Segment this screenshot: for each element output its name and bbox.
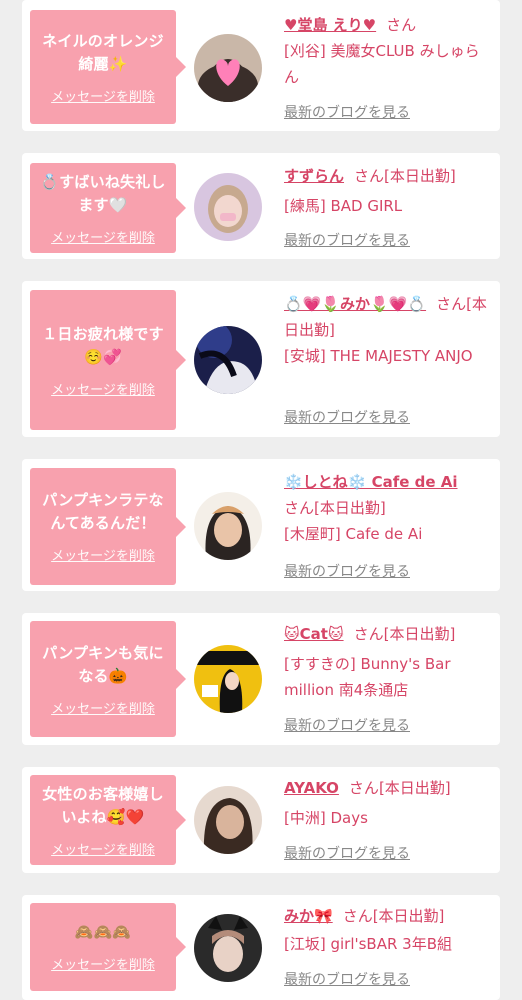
avatar[interactable]: [194, 645, 262, 713]
cast-name-link[interactable]: みか🎀: [284, 907, 333, 925]
avatar[interactable]: [194, 786, 262, 854]
list-item: 🙈🙈🙈 メッセージを削除 みか🎀 さん[本日出勤] [江坂] girl'sBAR …: [22, 895, 500, 1000]
message-bubble: 💍すばいね失礼し ます🤍 メッセージを削除: [30, 163, 186, 253]
work-status: [本日出勤]: [372, 907, 445, 925]
shop-name: [練馬] BAD GIRL: [284, 197, 403, 215]
honorific: さん: [386, 16, 417, 34]
message-text: １日お疲れ様です ☺️💞: [42, 324, 164, 366]
shop-name: [刈谷] 美魔女CLUB みしゅらん: [284, 42, 480, 86]
cast-name-link[interactable]: すずらん: [284, 167, 344, 185]
honorific: さん: [353, 625, 384, 643]
honorific: さん: [436, 295, 467, 313]
work-status: [本日出勤]: [378, 779, 451, 797]
list-item: パンプキンも気に なる🎃 メッセージを削除 🐱Cat🐱 さん[本日出勤] [すすき…: [22, 613, 500, 745]
shop-name: [中洲] Days: [284, 809, 368, 827]
delete-message-link[interactable]: メッセージを削除: [51, 954, 155, 973]
cast-name-link[interactable]: ❄️しとね❄️ Cafe de Ai: [284, 473, 458, 491]
delete-message-link[interactable]: メッセージを削除: [51, 545, 155, 564]
shop-name: [江坂] girl'sBAR 3年B組: [284, 935, 453, 953]
honorific: さん: [348, 779, 379, 797]
avatar[interactable]: [194, 914, 262, 982]
message-text: パンプキンラテな んてあるんだ！: [42, 491, 164, 532]
honorific: さん: [342, 907, 373, 925]
work-status: [本日出勤]: [383, 625, 456, 643]
cast-info: ♥堂島 えり♥ さん [刈谷] 美魔女CLUB みしゅらん: [284, 12, 494, 90]
message-text: 女性のお客様嬉し いよね🥰❤️: [42, 784, 164, 826]
latest-blog-link[interactable]: 最新のブログを見る: [284, 102, 410, 122]
delete-message-link[interactable]: メッセージを削除: [51, 227, 155, 246]
list-item: 💍すばいね失礼し ます🤍 メッセージを削除 すずらん さん[本日出勤] [練馬] …: [22, 153, 500, 259]
cast-info: 💍💗🌷みか🌷💗💍 さん[本日出勤] [安城] THE MAJESTY ANJO: [284, 291, 494, 369]
avatar[interactable]: [194, 173, 262, 241]
cast-info: すずらん さん[本日出勤] [練馬] BAD GIRL: [284, 163, 494, 219]
shop-name: [安城] THE MAJESTY ANJO: [284, 347, 473, 365]
list-item: ネイルのオレンジ 綺麗✨ メッセージを削除 ♥堂島 えり♥ さん [刈谷] 美魔女…: [22, 0, 500, 131]
latest-blog-link[interactable]: 最新のブログを見る: [284, 561, 410, 581]
cast-name-link[interactable]: 🐱Cat🐱: [284, 625, 344, 643]
shop-name: [木屋町] Cafe de Ai: [284, 525, 423, 543]
latest-blog-link[interactable]: 最新のブログを見る: [284, 843, 410, 863]
cast-name-link[interactable]: ♥堂島 えり♥: [284, 16, 376, 34]
cast-name-link[interactable]: AYAKO: [284, 779, 339, 797]
cast-info: 🐱Cat🐱 さん[本日出勤] [すすきの] Bunny's Bar million…: [284, 621, 494, 703]
message-bubble: 🙈🙈🙈 メッセージを削除: [30, 903, 186, 991]
message-bubble: パンプキンラテな んてあるんだ！ メッセージを削除: [30, 468, 186, 585]
shop-name: [すすきの] Bunny's Bar million 南4条通店: [284, 655, 451, 699]
avatar[interactable]: [194, 34, 262, 102]
honorific: さん: [284, 499, 315, 517]
latest-blog-link[interactable]: 最新のブログを見る: [284, 407, 410, 427]
avatar[interactable]: [194, 326, 262, 394]
avatar[interactable]: [194, 492, 262, 560]
message-text: ネイルのオレンジ 綺麗✨: [42, 31, 164, 73]
cast-info: ❄️しとね❄️ Cafe de Ai さん[本日出勤] [木屋町] Cafe de…: [284, 469, 494, 547]
list-item: パンプキンラテな んてあるんだ！ メッセージを削除 ❄️しとね❄️ Cafe d…: [22, 459, 500, 591]
list-item: １日お疲れ様です ☺️💞 メッセージを削除 💍💗🌷みか🌷💗💍 さん[本日出勤] […: [22, 281, 500, 437]
message-bubble: １日お疲れ様です ☺️💞 メッセージを削除: [30, 290, 186, 430]
cast-info: みか🎀 さん[本日出勤] [江坂] girl'sBAR 3年B組: [284, 903, 494, 957]
list-item: 女性のお客様嬉し いよね🥰❤️ メッセージを削除 AYAKO さん[本日出勤] […: [22, 767, 500, 873]
latest-blog-link[interactable]: 最新のブログを見る: [284, 230, 410, 250]
delete-message-link[interactable]: メッセージを削除: [51, 698, 155, 717]
message-bubble: 女性のお客様嬉し いよね🥰❤️ メッセージを削除: [30, 775, 186, 865]
latest-blog-link[interactable]: 最新のブログを見る: [284, 969, 410, 989]
message-text: パンプキンも気に なる🎃: [42, 643, 164, 685]
message-text: 💍すばいね失礼し ます🤍: [40, 172, 166, 214]
message-bubble: パンプキンも気に なる🎃 メッセージを削除: [30, 621, 186, 737]
delete-message-link[interactable]: メッセージを削除: [51, 86, 155, 105]
work-status: [本日出勤]: [314, 499, 386, 517]
honorific: さん: [354, 167, 385, 185]
work-status: [本日出勤]: [384, 167, 456, 185]
message-text: 🙈🙈🙈: [74, 923, 132, 941]
cast-info: AYAKO さん[本日出勤] [中洲] Days: [284, 775, 494, 831]
message-bubble: ネイルのオレンジ 綺麗✨ メッセージを削除: [30, 10, 186, 124]
delete-message-link[interactable]: メッセージを削除: [51, 839, 155, 858]
cast-name-link[interactable]: 💍💗🌷みか🌷💗💍: [284, 295, 426, 313]
latest-blog-link[interactable]: 最新のブログを見る: [284, 715, 410, 735]
delete-message-link[interactable]: メッセージを削除: [51, 379, 155, 398]
